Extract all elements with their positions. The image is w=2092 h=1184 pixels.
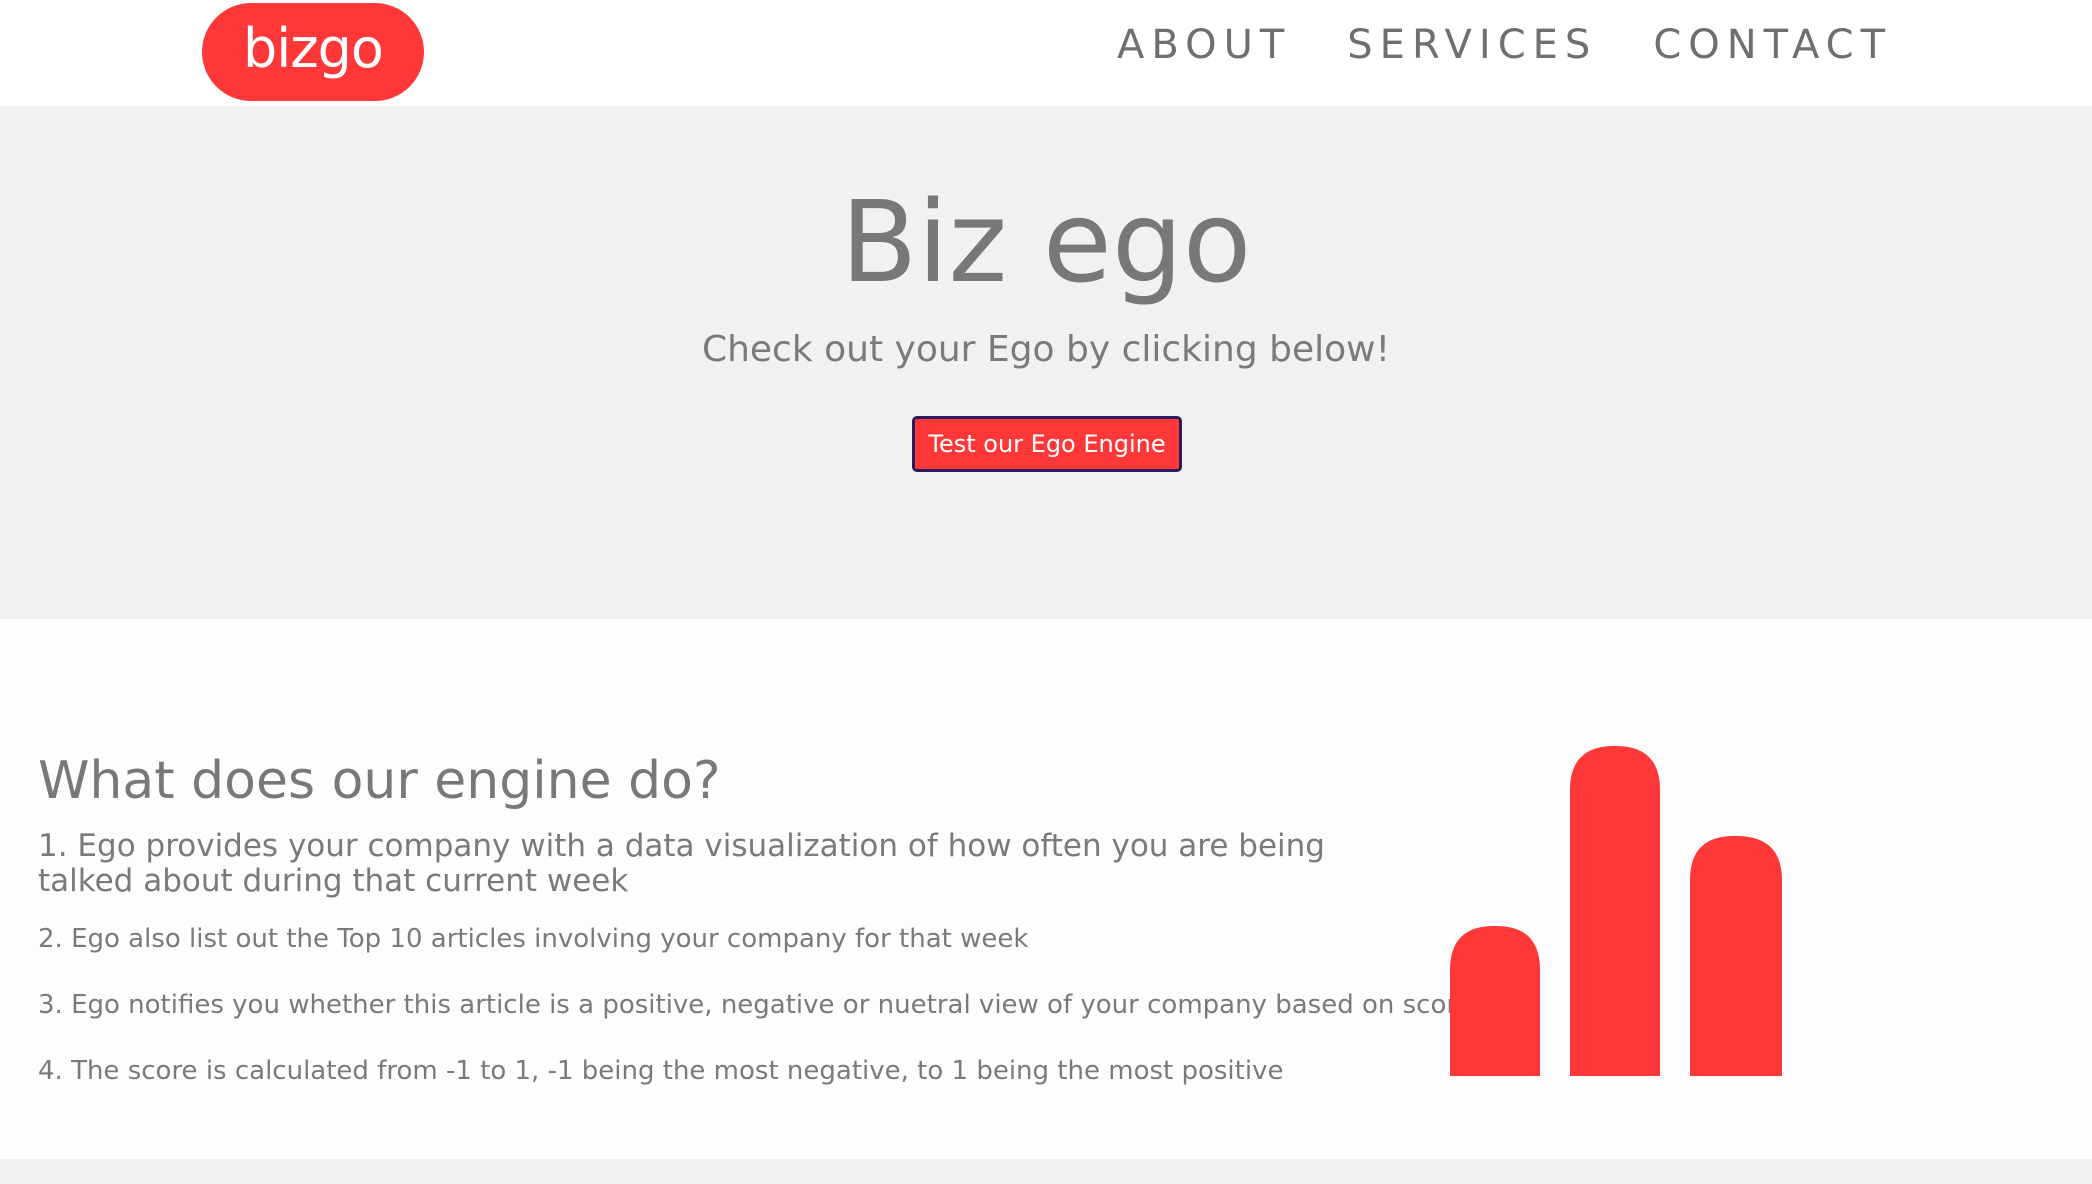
- test-ego-engine-button[interactable]: Test our Ego Engine: [912, 416, 1182, 472]
- nav-link-about[interactable]: ABOUT: [1117, 20, 1291, 70]
- bar-chart-icon: [1450, 746, 1782, 1076]
- nav-link-contact[interactable]: CONTACT: [1653, 20, 1892, 70]
- features-title: What does our engine do?: [38, 751, 721, 811]
- bar-chart-icon-bar-right: [1690, 836, 1782, 1076]
- feature-item: 3. Ego notifies you whether this article…: [38, 990, 1473, 1020]
- nav-link-services[interactable]: SERVICES: [1347, 20, 1597, 70]
- bizgo-logo[interactable]: bizgo: [202, 3, 424, 101]
- hero-title: Biz ego: [840, 178, 1252, 308]
- feature-item: 2. Ego also list out the Top 10 articles…: [38, 924, 1029, 954]
- features-section: What does our engine do? 1. Ego provides…: [0, 619, 2092, 1159]
- hero-subtitle: Check out your Ego by clicking below!: [701, 329, 1391, 370]
- bar-chart-icon-bar-middle: [1570, 746, 1660, 1076]
- footer-strip: [0, 1159, 2092, 1184]
- hero-section: Biz ego Check out your Ego by clicking b…: [0, 106, 2092, 619]
- navbar: bizgo ABOUT SERVICES CONTACT: [0, 0, 2092, 106]
- bar-chart-icon-bar-left: [1450, 926, 1540, 1076]
- logo-text: bizgo: [243, 17, 384, 80]
- nav-links: ABOUT SERVICES CONTACT: [1061, 20, 1892, 70]
- feature-item: 4. The score is calculated from -1 to 1,…: [38, 1056, 1284, 1086]
- feature-item: 1. Ego provides your company with a data…: [38, 828, 1325, 899]
